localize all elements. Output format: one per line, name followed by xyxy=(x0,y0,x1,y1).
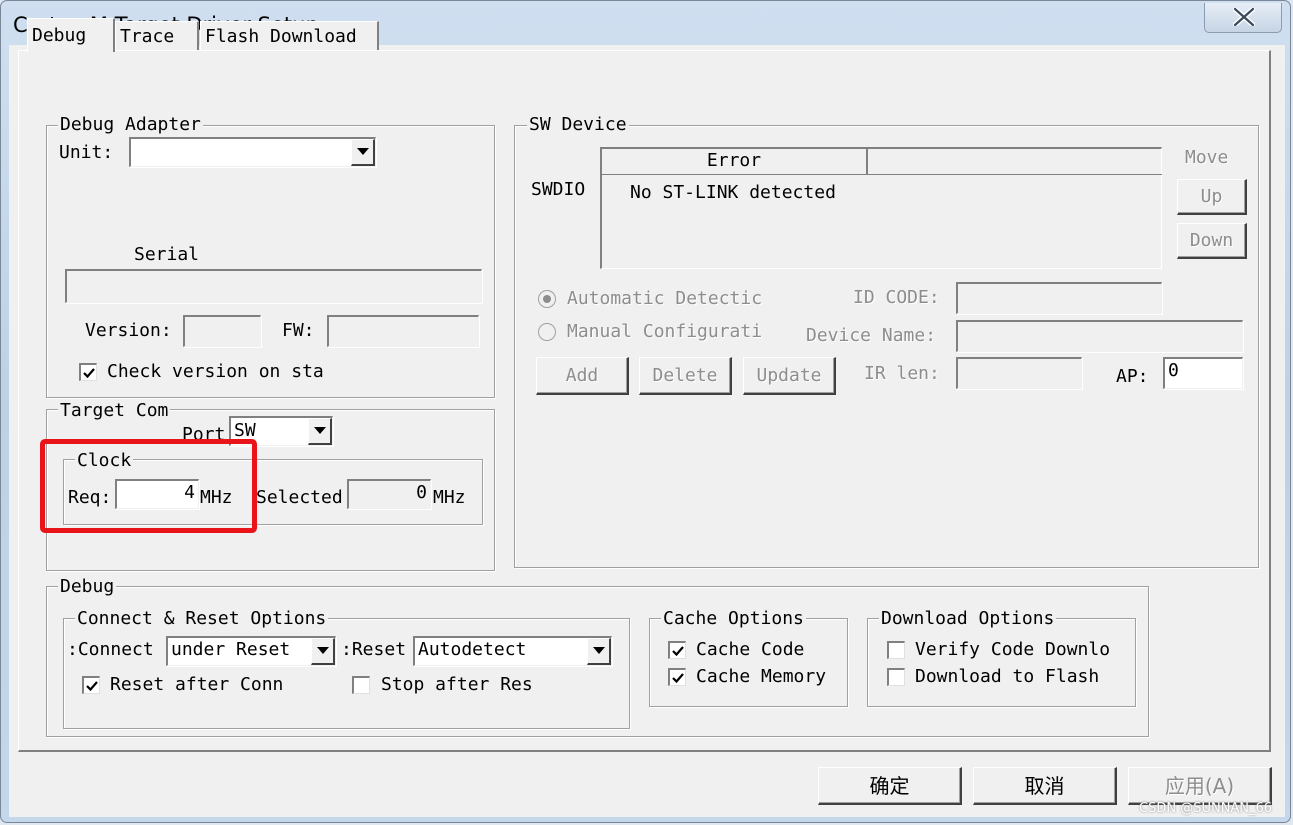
selected-field: 0 xyxy=(347,479,431,509)
download-options-group xyxy=(867,618,1136,707)
chevron-down-icon[interactable] xyxy=(351,139,375,166)
stop-after-reset-checkbox[interactable] xyxy=(352,676,370,694)
device-name-label: Device Name: xyxy=(806,325,937,346)
connect-label: Connect: xyxy=(67,639,154,660)
check-version-label: Check version on sta xyxy=(107,361,324,382)
serial-label: Serial xyxy=(134,244,200,265)
watermark-text: CSDN @SUNNAN_66 xyxy=(1139,801,1273,816)
ir-len-field xyxy=(956,357,1082,389)
checkmark-icon xyxy=(86,681,98,692)
cache-memory-checkbox[interactable] xyxy=(668,668,686,686)
reset-after-connect-label: Reset after Conn xyxy=(110,674,284,695)
close-icon xyxy=(1233,8,1255,26)
tab-trace-label: Trace xyxy=(120,26,175,47)
cache-code-checkbox[interactable] xyxy=(668,641,686,659)
id-code-label: ID CODE: xyxy=(853,287,940,308)
clock-highlight-annotation xyxy=(40,439,257,533)
selected-label: Selected xyxy=(256,487,343,508)
connect-reset-legend: Connect & Reset Options xyxy=(75,608,329,629)
connect-value: under Reset xyxy=(171,639,291,660)
automatic-detection-radio[interactable] xyxy=(538,290,556,308)
ap-label: AP: xyxy=(1116,366,1149,387)
down-button-label: Down xyxy=(1189,230,1234,251)
verify-code-download-checkbox[interactable] xyxy=(887,641,905,659)
manual-configuration-label: Manual Configurati xyxy=(567,321,763,342)
swdio-label: SWDIO xyxy=(531,179,586,200)
ap-input[interactable]: 0 xyxy=(1163,357,1243,389)
ir-len-label: IR len: xyxy=(864,363,940,384)
selected-unit: MHz xyxy=(433,487,466,508)
reset-value: Autodetect xyxy=(418,639,527,660)
chevron-down-icon[interactable] xyxy=(311,638,335,665)
serial-field xyxy=(65,269,482,303)
apply-button[interactable]: 应用(A) xyxy=(1128,767,1272,805)
device-name-field xyxy=(956,320,1243,352)
down-button[interactable]: Down xyxy=(1177,223,1247,259)
check-version-checkbox[interactable] xyxy=(79,363,97,381)
cancel-button-label: 取消 xyxy=(1024,774,1065,798)
chevron-down-icon[interactable] xyxy=(308,418,332,445)
apply-button-label: 应用(A) xyxy=(1164,774,1235,798)
update-button-label: Update xyxy=(756,365,822,386)
update-button[interactable]: Update xyxy=(743,357,836,395)
reset-after-connect-checkbox[interactable] xyxy=(82,676,100,694)
stop-after-reset-label: Stop after Res xyxy=(381,674,533,695)
ok-button[interactable]: 确定 xyxy=(818,767,962,805)
unit-label: Unit: xyxy=(59,142,114,163)
cache-options-legend: Cache Options xyxy=(661,608,806,629)
fw-field xyxy=(327,315,479,347)
close-button[interactable] xyxy=(1204,3,1282,33)
cancel-button[interactable]: 取消 xyxy=(973,767,1117,805)
add-button-label: Add xyxy=(565,365,599,386)
selected-value: 0 xyxy=(416,482,427,503)
error-column-label: Error xyxy=(706,150,762,171)
reset-dropdown[interactable]: Autodetect xyxy=(413,636,612,666)
automatic-detection-label: Automatic Detectic xyxy=(567,288,763,309)
target-com-legend: Target Com xyxy=(58,400,171,421)
connect-dropdown[interactable]: under Reset xyxy=(166,636,336,666)
debug-adapter-legend: Debug Adapter xyxy=(58,114,203,135)
port-value: SW xyxy=(234,420,256,441)
tab-debug[interactable]: Debug xyxy=(27,18,115,52)
empty-column-header[interactable] xyxy=(866,149,1162,175)
checkmark-icon xyxy=(672,673,684,684)
dialog-window: Cortex-M Target Driver Setup Debug Trace… xyxy=(0,0,1291,823)
add-button[interactable]: Add xyxy=(536,357,629,395)
ok-button-label: 确定 xyxy=(869,774,910,798)
download-to-flash-checkbox[interactable] xyxy=(887,668,905,686)
checkmark-icon xyxy=(83,368,95,379)
error-column-header[interactable]: Error xyxy=(602,149,868,175)
up-button[interactable]: Up xyxy=(1177,179,1247,215)
tab-trace[interactable]: Trace xyxy=(115,21,199,51)
tab-debug-label: Debug xyxy=(32,25,87,46)
reset-label: Reset: xyxy=(341,639,407,660)
fw-label: FW: xyxy=(282,320,315,341)
delete-button[interactable]: Delete xyxy=(639,357,732,395)
manual-configuration-radio[interactable] xyxy=(538,323,556,341)
ap-value: 0 xyxy=(1168,360,1179,381)
sw-device-legend: SW Device xyxy=(527,114,629,135)
sw-device-list[interactable]: Error No ST-LINK detected xyxy=(600,147,1162,269)
up-button-label: Up xyxy=(1200,186,1223,207)
verify-code-download-label: Verify Code Downlo xyxy=(915,639,1111,660)
checkmark-icon xyxy=(672,646,684,657)
version-label: Version: xyxy=(85,320,172,341)
id-code-field xyxy=(956,282,1162,314)
debug-options-legend: Debug xyxy=(58,576,117,597)
cache-options-group xyxy=(649,618,848,707)
download-to-flash-label: Download to Flash xyxy=(915,666,1100,687)
version-field xyxy=(183,315,261,347)
move-label: Move xyxy=(1185,147,1229,168)
list-item[interactable]: No ST-LINK detected xyxy=(630,182,836,204)
download-options-legend: Download Options xyxy=(879,608,1057,629)
tab-flash-download[interactable]: Flash Download xyxy=(200,21,379,51)
cache-memory-label: Cache Memory xyxy=(696,666,827,687)
cache-code-label: Cache Code xyxy=(696,639,805,660)
delete-button-label: Delete xyxy=(652,365,718,386)
tab-flash-download-label: Flash Download xyxy=(205,26,357,47)
unit-dropdown[interactable] xyxy=(129,137,376,167)
chevron-down-icon[interactable] xyxy=(587,638,611,665)
